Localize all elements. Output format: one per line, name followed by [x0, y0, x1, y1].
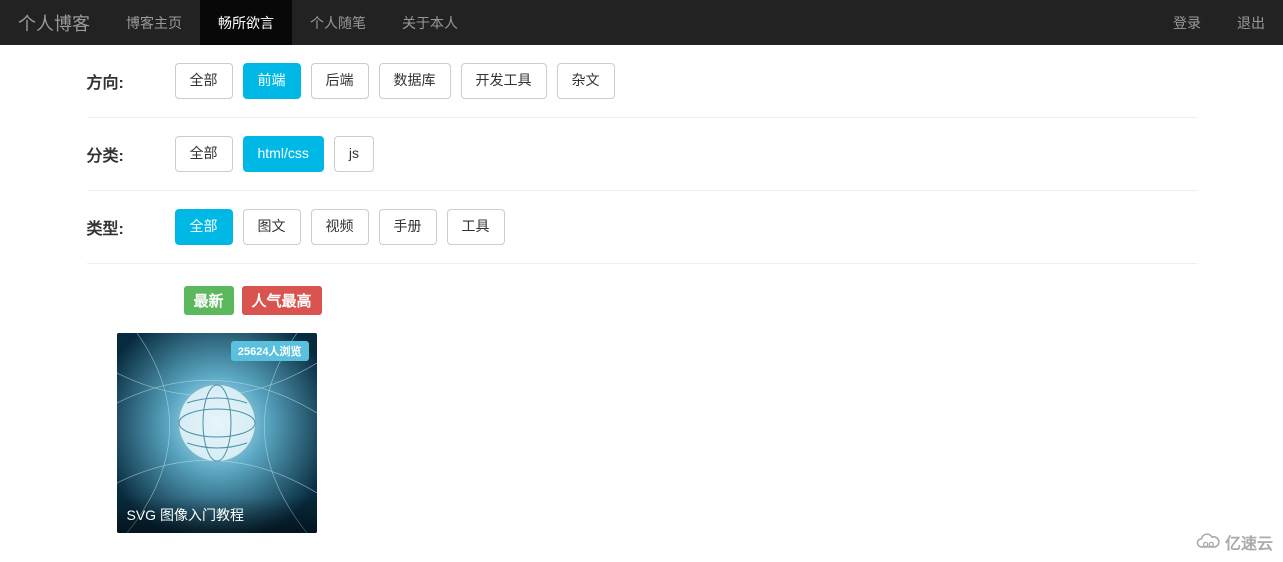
nav-main: 博客主页 畅所欲言 个人随笔 关于本人 — [108, 0, 1155, 45]
cloud-icon — [1195, 532, 1221, 552]
dir-frontend[interactable]: 前端 — [243, 63, 301, 99]
dir-backend[interactable]: 后端 — [311, 63, 369, 99]
dir-database[interactable]: 数据库 — [379, 63, 451, 99]
type-imagetext[interactable]: 图文 — [243, 209, 301, 245]
type-manual[interactable]: 手册 — [379, 209, 437, 245]
filter-options-direction: 全部 前端 后端 数据库 开发工具 杂文 — [175, 63, 615, 99]
card-area: 25624人浏览 SVG 图像入门教程 — [87, 333, 1197, 533]
nav-item-talk[interactable]: 畅所欲言 — [200, 0, 292, 45]
footer-brand[interactable]: 亿速云 — [1195, 530, 1273, 554]
filter-type: 类型: 全部 图文 视频 手册 工具 — [87, 191, 1197, 264]
filter-label-type: 类型: — [87, 209, 135, 239]
login-link[interactable]: 登录 — [1155, 0, 1219, 45]
filter-label-direction: 方向: — [87, 63, 135, 93]
type-tool[interactable]: 工具 — [447, 209, 505, 245]
cat-all[interactable]: 全部 — [175, 136, 233, 172]
type-all[interactable]: 全部 — [175, 209, 233, 245]
type-video[interactable]: 视频 — [311, 209, 369, 245]
dir-all[interactable]: 全部 — [175, 63, 233, 99]
main-container: 方向: 全部 前端 后端 数据库 开发工具 杂文 分类: 全部 html/css… — [72, 45, 1212, 533]
navbar: 个人博客 博客主页 畅所欲言 个人随笔 关于本人 登录 退出 — [0, 0, 1283, 45]
brand-link[interactable]: 个人博客 — [0, 0, 108, 45]
cat-js[interactable]: js — [334, 136, 374, 172]
nav-item-home[interactable]: 博客主页 — [108, 0, 200, 45]
card-views-badge: 25624人浏览 — [231, 341, 309, 361]
sort-latest[interactable]: 最新 — [184, 286, 234, 315]
cat-htmlcss[interactable]: html/css — [243, 136, 324, 172]
nav-item-about[interactable]: 关于本人 — [384, 0, 476, 45]
filter-label-category: 分类: — [87, 136, 135, 166]
footer-brand-text: 亿速云 — [1225, 530, 1273, 554]
article-card[interactable]: 25624人浏览 SVG 图像入门教程 — [117, 333, 317, 533]
sort-popular[interactable]: 人气最高 — [242, 286, 322, 315]
sort-row: 最新 人气最高 — [87, 264, 1197, 333]
nav-right: 登录 退出 — [1155, 0, 1283, 45]
dir-devtools[interactable]: 开发工具 — [461, 63, 547, 99]
nav-item-essay[interactable]: 个人随笔 — [292, 0, 384, 45]
card-title: SVG 图像入门教程 — [117, 497, 317, 533]
filter-category: 分类: 全部 html/css js — [87, 118, 1197, 191]
filter-direction: 方向: 全部 前端 后端 数据库 开发工具 杂文 — [87, 45, 1197, 118]
filter-options-category: 全部 html/css js — [175, 136, 374, 172]
logout-link[interactable]: 退出 — [1219, 0, 1283, 45]
filter-options-type: 全部 图文 视频 手册 工具 — [175, 209, 505, 245]
dir-misc[interactable]: 杂文 — [557, 63, 615, 99]
